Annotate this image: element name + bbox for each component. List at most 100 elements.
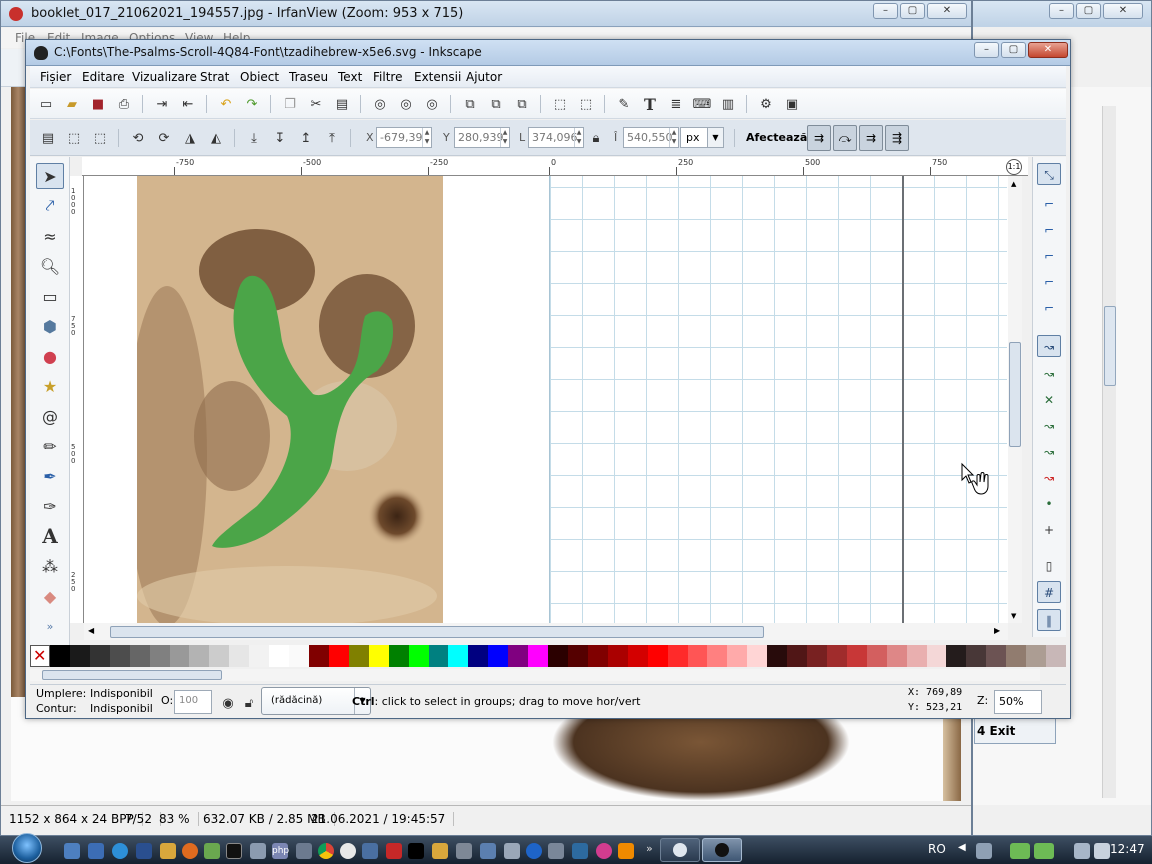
color-swatch[interactable] (368, 645, 389, 667)
rectangle-tool-icon[interactable]: ▭ (36, 283, 64, 309)
app-icon[interactable] (204, 843, 220, 859)
color-swatch[interactable] (328, 645, 349, 667)
menu-filters[interactable]: Filtre (373, 70, 402, 84)
deselect-icon[interactable]: ⬚ (90, 128, 110, 148)
menu-edit[interactable]: Editare (82, 70, 125, 84)
app-icon[interactable] (526, 843, 542, 859)
layers-icon[interactable]: ≣ (666, 94, 686, 114)
lock-icon[interactable]: 🔒︎ (586, 128, 606, 148)
fill-stroke-icon[interactable]: ✎ (614, 94, 634, 114)
taskbar-task-irfanview[interactable] (660, 838, 700, 862)
start-button[interactable] (12, 833, 42, 863)
inkscape-taskbar-icon[interactable] (408, 843, 424, 859)
menu-help[interactable]: Ajutor (466, 70, 502, 84)
snap-nodes-icon[interactable]: ↝ (1037, 335, 1061, 357)
fill-value[interactable]: Indisponibil (90, 687, 153, 700)
color-swatch[interactable] (448, 645, 469, 667)
color-swatch[interactable] (189, 645, 210, 667)
color-swatch[interactable] (787, 645, 808, 667)
color-swatch[interactable] (627, 645, 648, 667)
color-swatch[interactable] (289, 645, 309, 667)
calligraphy-tool-icon[interactable]: ✑ (36, 493, 64, 519)
canvas-vertical-scrollbar[interactable]: ▲ ▼ (1008, 176, 1022, 623)
snap-guide-icon[interactable]: ∥ (1037, 609, 1061, 631)
transform-gradients-toggle[interactable]: ⇉ (859, 125, 883, 151)
unlink-clone-icon[interactable]: ⧉ (512, 94, 532, 114)
php-icon[interactable]: php (272, 843, 289, 859)
snap-bbox-icon[interactable]: ⌐ (1037, 193, 1061, 215)
spray-tool-icon[interactable]: ⁂ (36, 553, 64, 579)
color-swatch[interactable] (408, 645, 429, 667)
app-icon[interactable] (572, 843, 588, 859)
color-swatch[interactable] (89, 645, 110, 667)
firefox-icon[interactable] (182, 843, 198, 859)
snap-midpoints-icon[interactable]: ↝ (1037, 467, 1061, 489)
group-icon[interactable]: ⬚ (550, 94, 570, 114)
exit-button[interactable]: 4 Exit (974, 718, 1056, 744)
cut-icon[interactable]: ✂ (306, 94, 326, 114)
minimize-button[interactable]: – (1049, 3, 1074, 19)
snap-rotation-center-icon[interactable]: + (1037, 519, 1061, 541)
show-desktop-icon[interactable] (64, 843, 80, 859)
unit-select[interactable]: px ▼ (680, 127, 724, 148)
eraser-tool-icon[interactable]: ◆ (36, 583, 64, 609)
color-swatch[interactable] (826, 645, 847, 667)
snap-smooth-icon[interactable]: ↝ (1037, 441, 1061, 463)
minimize-button[interactable]: – (974, 42, 999, 58)
tweak-tool-icon[interactable]: ≈ (36, 223, 64, 249)
y-field[interactable]: 280,939 ▲ ▼ (454, 127, 510, 148)
color-swatch[interactable] (846, 645, 867, 667)
more-tools-icon[interactable]: » (36, 613, 64, 639)
color-swatch[interactable] (308, 645, 329, 667)
snap-toggle-icon[interactable]: ⤡ (1037, 163, 1061, 185)
zoom-correction-icon[interactable]: 1:1 (1006, 159, 1022, 175)
color-swatch[interactable] (687, 645, 708, 667)
node-tool-icon[interactable]: ⤤ (36, 193, 64, 219)
color-swatch[interactable] (548, 645, 568, 667)
zoom-field[interactable]: 50% (994, 690, 1042, 714)
color-swatch[interactable] (468, 645, 489, 667)
color-swatch[interactable] (488, 645, 509, 667)
app-icon[interactable] (340, 843, 356, 859)
export-icon[interactable]: ⇤ (178, 94, 198, 114)
tray-expand-icon[interactable]: ◀ (958, 842, 966, 853)
close-button[interactable]: ✕ (927, 3, 967, 19)
color-swatch[interactable] (249, 645, 270, 667)
color-swatch[interactable] (647, 645, 668, 667)
color-swatch[interactable] (129, 645, 150, 667)
chrome-icon[interactable] (318, 843, 334, 859)
color-swatch[interactable] (508, 645, 529, 667)
flip-vertical-icon[interactable]: ◭ (206, 128, 226, 148)
explorer-icon[interactable] (88, 843, 104, 859)
zoom-selection-icon[interactable]: ◎ (370, 94, 390, 114)
color-swatch[interactable] (567, 645, 588, 667)
inkscape-window[interactable]: C:\Fonts\The-Psalms-Scroll-4Q84-Font\tza… (25, 39, 1071, 719)
flip-horizontal-icon[interactable]: ◮ (180, 128, 200, 148)
snap-bbox-edge-icon[interactable]: ⌐ (1037, 219, 1061, 241)
app-icon[interactable] (596, 843, 612, 859)
color-swatch[interactable] (866, 645, 887, 667)
app-icon[interactable] (432, 843, 448, 859)
color-swatch[interactable] (906, 645, 927, 667)
width-spinner[interactable]: ▲ ▼ (574, 128, 583, 147)
raise-icon[interactable]: ↥ (296, 128, 316, 148)
open-folder-icon[interactable]: ▰ (62, 94, 82, 114)
undo-icon[interactable]: ↶ (216, 94, 236, 114)
no-paint-swatch[interactable] (30, 645, 50, 667)
menu-text[interactable]: Text (338, 70, 362, 84)
scrollbar-thumb[interactable] (42, 670, 222, 680)
minimize-button[interactable]: – (873, 3, 898, 19)
clone-icon[interactable]: ⧉ (486, 94, 506, 114)
close-button[interactable]: ✕ (1103, 3, 1143, 19)
clock[interactable]: 12:47 (1110, 842, 1145, 856)
color-swatch[interactable] (587, 645, 608, 667)
color-swatch[interactable] (149, 645, 170, 667)
height-field[interactable]: 540,550 ▲ ▼ (623, 127, 679, 148)
pencil-tool-icon[interactable]: ✏ (36, 433, 64, 459)
scrollbar-thumb[interactable] (110, 626, 764, 638)
scrollbar-thumb[interactable] (1009, 342, 1021, 447)
maximize-button[interactable]: ▢ (1076, 3, 1101, 19)
color-swatch[interactable] (807, 645, 827, 667)
color-swatch[interactable] (946, 645, 967, 667)
import-icon[interactable]: ⇥ (152, 94, 172, 114)
